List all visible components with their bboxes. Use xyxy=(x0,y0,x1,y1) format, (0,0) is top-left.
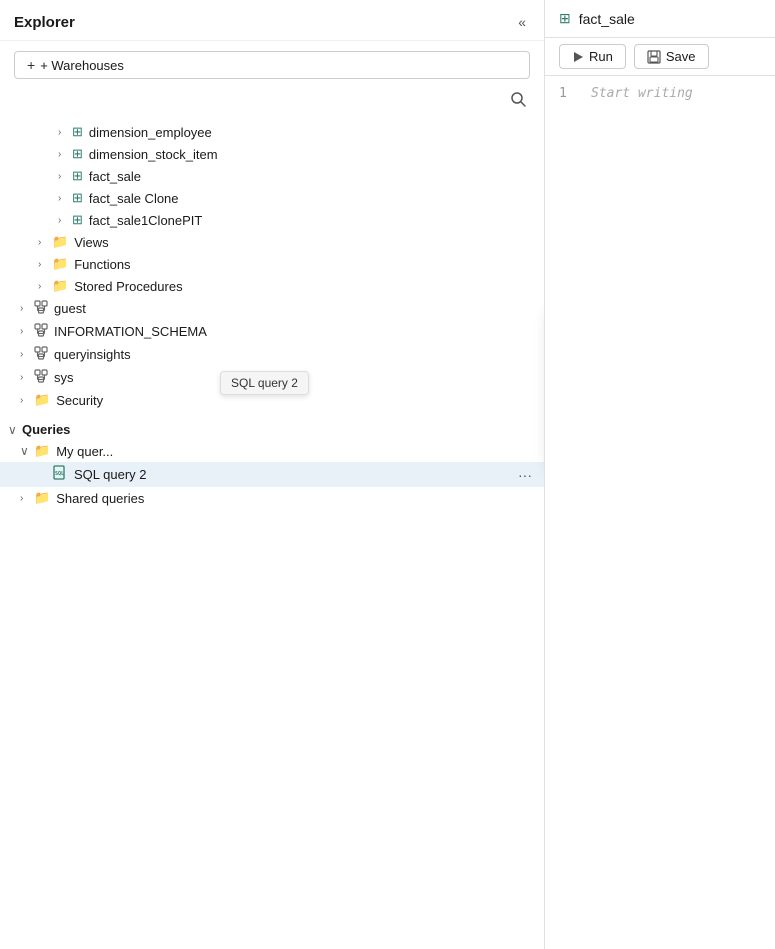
chevron-right-icon: › xyxy=(20,372,34,383)
folder-icon: 📁 xyxy=(34,392,50,408)
functions-folder[interactable]: › 📁 Functions xyxy=(0,253,544,275)
svg-text:SQL: SQL xyxy=(55,471,64,477)
save-icon xyxy=(647,50,661,64)
table-icon: ⊞ xyxy=(72,212,83,228)
search-button[interactable] xyxy=(506,89,530,113)
chevron-right-icon: › xyxy=(20,326,34,337)
schema-label: INFORMATION_SCHEMA xyxy=(54,324,207,339)
stored-procedures-folder[interactable]: › 📁 Stored Procedures xyxy=(0,275,544,297)
chevron-right-icon: › xyxy=(58,127,72,138)
chevron-right-icon: › xyxy=(20,349,34,360)
queries-label: Queries xyxy=(22,422,70,437)
editor-area[interactable]: 1 Start writing xyxy=(545,76,775,949)
table-label: dimension_employee xyxy=(89,125,212,140)
tree-container: › ⊞ dimension_employee › ⊞ dimension_sto… xyxy=(0,117,544,949)
my-queries-label: My quer... xyxy=(56,444,113,459)
search-row xyxy=(0,85,544,117)
folder-label: Stored Procedures xyxy=(74,279,182,294)
chevron-right-icon: › xyxy=(58,215,72,226)
table-label: fact_sale1ClonePIT xyxy=(89,213,202,228)
table-icon: ⊞ xyxy=(72,146,83,162)
table-label: fact_sale Clone xyxy=(89,191,179,206)
schema-label: queryinsights xyxy=(54,347,131,362)
table-icon: ⊞ xyxy=(72,190,83,206)
table-row[interactable]: › ⊞ fact_sale xyxy=(0,165,544,187)
chevron-down-icon: ∨ xyxy=(20,444,34,458)
editor-placeholder: Start writing xyxy=(591,86,693,939)
sql-file-icon: SQL xyxy=(52,465,68,484)
schema-icon xyxy=(34,323,48,340)
schema-icon xyxy=(34,346,48,363)
more-options-button[interactable]: ··· xyxy=(514,467,536,483)
table-row[interactable]: › ⊞ dimension_stock_item xyxy=(0,143,544,165)
run-icon xyxy=(572,51,584,63)
save-button[interactable]: Save xyxy=(634,44,709,69)
folder-icon: 📁 xyxy=(34,490,50,506)
schema-icon xyxy=(34,369,48,386)
explorer-title: Explorer xyxy=(14,14,75,31)
editor-tab-header: ⊞ fact_sale xyxy=(545,0,775,38)
chevron-right-icon: › xyxy=(58,193,72,204)
table-row[interactable]: › ⊞ fact_sale1ClonePIT xyxy=(0,209,544,231)
line-number: 1 xyxy=(559,86,579,939)
chevron-right-icon: › xyxy=(38,259,52,270)
search-icon xyxy=(510,91,526,107)
table-icon: ⊞ xyxy=(72,124,83,140)
active-query-item[interactable]: › SQL SQL query 2 ··· xyxy=(0,462,544,487)
warehouses-button[interactable]: + + Warehouses xyxy=(14,51,530,79)
editor-tab-title: fact_sale xyxy=(579,11,635,27)
chevron-right-icon: › xyxy=(20,493,34,504)
schema-icon xyxy=(34,300,48,317)
panel-header: Explorer « xyxy=(0,0,544,41)
chevron-right-icon: › xyxy=(20,395,34,406)
plus-icon: + xyxy=(27,57,35,73)
run-button[interactable]: Run xyxy=(559,44,626,69)
chevron-right-icon: › xyxy=(38,237,52,248)
views-folder[interactable]: › 📁 Views xyxy=(0,231,544,253)
folder-icon: 📁 xyxy=(34,443,50,459)
schema-item-guest[interactable]: › guest xyxy=(0,297,544,320)
table-tab-icon: ⊞ xyxy=(559,10,571,27)
chevron-right-icon: › xyxy=(58,171,72,182)
chevron-right-icon: › xyxy=(20,303,34,314)
shared-queries-folder[interactable]: › 📁 Shared queries xyxy=(0,487,544,509)
save-label: Save xyxy=(666,49,696,64)
folder-label: Views xyxy=(74,235,108,250)
folder-icon: 📁 xyxy=(52,234,68,250)
table-row[interactable]: › ⊞ dimension_employee xyxy=(0,121,544,143)
run-label: Run xyxy=(589,49,613,64)
table-row[interactable]: › ⊞ fact_sale Clone xyxy=(0,187,544,209)
chevron-right-icon: › xyxy=(58,149,72,160)
collapse-button[interactable]: « xyxy=(514,12,530,32)
folder-icon: 📁 xyxy=(52,278,68,294)
table-label: fact_sale xyxy=(89,169,141,184)
table-icon: ⊞ xyxy=(72,168,83,184)
chevron-down-icon: ∨ xyxy=(8,423,22,437)
explorer-panel: Explorer « + + Warehouses › ⊞ dimension_… xyxy=(0,0,545,949)
my-queries-folder[interactable]: ∨ 📁 My quer... xyxy=(0,440,544,462)
chevron-right-icon: › xyxy=(38,281,52,292)
schema-label: guest xyxy=(54,301,86,316)
warehouses-label: + Warehouses xyxy=(40,58,124,73)
editor-panel: ⊞ fact_sale Run Save 1 Start writing xyxy=(545,0,775,949)
schema-item-queryinsights[interactable]: › queryinsights xyxy=(0,343,544,366)
shared-queries-label: Shared queries xyxy=(56,491,144,506)
schema-item-information[interactable]: › INFORMATION_SCHEMA xyxy=(0,320,544,343)
folder-label: Functions xyxy=(74,257,130,272)
security-label: Security xyxy=(56,393,103,408)
editor-toolbar: Run Save xyxy=(545,38,775,76)
tooltip: SQL query 2 xyxy=(220,371,309,395)
queries-section[interactable]: ∨ Queries xyxy=(0,419,544,440)
schema-label: sys xyxy=(54,370,74,385)
tooltip-text: SQL query 2 xyxy=(231,376,298,390)
folder-icon: 📁 xyxy=(52,256,68,272)
table-label: dimension_stock_item xyxy=(89,147,218,162)
query-name-label: SQL query 2 xyxy=(74,467,147,482)
